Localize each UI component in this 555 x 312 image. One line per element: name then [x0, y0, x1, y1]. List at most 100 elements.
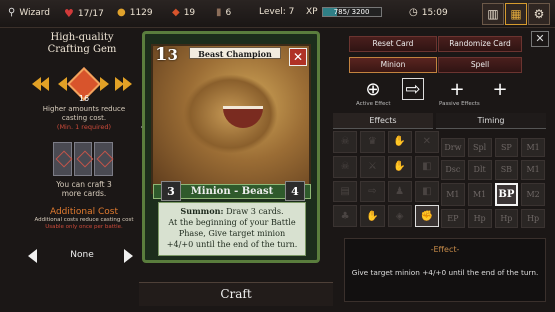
add-passive-icon[interactable]: +	[446, 78, 468, 100]
craft-remaining-line2: more cards.	[61, 189, 107, 198]
additional-cost-section: Additional Cost Additional costs reduce …	[28, 207, 140, 231]
timing-slot[interactable]: Dsc	[441, 160, 465, 180]
effect-slot-selected[interactable]: ✊	[414, 205, 439, 227]
cost-next-icon[interactable]	[124, 249, 133, 263]
xp-text: 785/ 3200	[333, 8, 370, 16]
effect-slot[interactable]: ☠	[333, 131, 358, 153]
effect-slot[interactable]: ☠	[333, 155, 358, 178]
additional-cost-title: Additional Cost	[49, 207, 119, 217]
card-text-line1: Draw 3 cards.	[223, 206, 284, 216]
summon-effect-icon[interactable]: ⇨	[402, 78, 424, 100]
close-icon[interactable]: ✕	[531, 31, 549, 47]
stopwatch-icon: ◷	[409, 7, 418, 18]
active-effect-icon[interactable]: ⊕	[362, 78, 384, 100]
effect-slot[interactable]: ♣	[333, 205, 358, 227]
top-bar: ⚲ Wizard ♥ 17/17 ● 1129 ◆ 19 ▮ 6 Level: …	[0, 0, 555, 28]
card-cost-secondary: 3	[167, 46, 178, 64]
effect-slot[interactable]: ✋	[387, 131, 412, 153]
timing-slot[interactable]: Hp	[467, 208, 492, 228]
effect-slot[interactable]: ◧	[414, 155, 439, 178]
tab-effects[interactable]: Effects	[333, 113, 433, 129]
timing-slot[interactable]: M1	[521, 160, 545, 180]
timing-slot-selected[interactable]: BP	[494, 182, 519, 206]
effect-text: Give target minion +4/+0 until the end o…	[351, 268, 539, 277]
wand-icon: ⚲	[8, 7, 16, 18]
deck-book-icon[interactable]: ▥	[482, 3, 504, 25]
effect-slot[interactable]: ✋	[360, 205, 385, 227]
card-preview: 13 Beast Champion ✕ Minion - Beast 3 4 S…	[142, 31, 320, 263]
card-text-line3: Phase, Give target minion	[178, 228, 286, 238]
timing-slot[interactable]: Hp	[521, 208, 545, 228]
timing-slot[interactable]: Dlt	[467, 160, 492, 180]
gold-display: ● 1129	[117, 7, 153, 18]
timing-slot[interactable]: M1	[521, 138, 545, 158]
effects-grid: ☠ ♛ ✋ ✕ ☠ ⚔ ✋ ◧ ▤ ⇨ ♟ ◧ ♣ ✋ ◈ ✊	[333, 131, 439, 227]
card-health: 4	[285, 181, 305, 201]
gear-icon[interactable]: ⚙	[528, 3, 550, 25]
effect-slot[interactable]: ♟	[387, 180, 412, 203]
gem-title: High-quality Crafting Gem	[28, 32, 136, 56]
tab-timing[interactable]: Timing	[436, 113, 546, 129]
gem-increase-icon[interactable]	[100, 77, 109, 91]
effect-slot[interactable]: ✕	[414, 131, 439, 153]
fire-icon: ◆	[172, 7, 180, 18]
card-name: Beast Champion	[189, 47, 281, 59]
gold-value: 1129	[129, 7, 153, 18]
randomize-card-button[interactable]: Randomize Card	[438, 36, 522, 52]
card-text-line2: At the beginning of your Battle	[168, 217, 296, 227]
additional-cost-desc: Additional costs reduce casting cost	[34, 217, 134, 223]
effect-heading: -Effect-	[430, 245, 460, 254]
fire-value: 19	[183, 7, 196, 18]
timing-slot[interactable]: EP	[441, 208, 465, 228]
bag-stat: ▮ 6	[216, 7, 231, 18]
effect-slot[interactable]: ⚔	[360, 155, 385, 178]
bag-icon: ▮	[216, 7, 222, 18]
bag-value: 6	[225, 7, 232, 18]
add-passive-icon-2[interactable]: +	[489, 78, 511, 100]
level-text: Level: 7	[259, 7, 294, 17]
timing-slot[interactable]: SB	[494, 160, 519, 180]
cost-prev-icon[interactable]	[28, 249, 37, 263]
effect-slot[interactable]: ⇨	[360, 180, 385, 203]
gem-desc-line1: Higher amounts reduce	[42, 105, 126, 113]
minion-button[interactable]: Minion	[349, 57, 437, 73]
craft-button[interactable]: Craft	[139, 282, 333, 306]
card-back-2	[73, 142, 93, 176]
timing-slot[interactable]: Hp	[494, 208, 519, 228]
passive-effects-label: Passive Effects	[439, 101, 480, 107]
effect-description-box: -Effect- Give target minion +4/+0 until …	[344, 238, 546, 302]
timing-slot[interactable]: Drw	[441, 138, 465, 158]
timer-display: ◷ 15:09	[409, 7, 448, 18]
gem-increase-double-icon-b	[123, 77, 132, 91]
xp-bar: 785/ 3200	[321, 7, 382, 17]
gem-decrease-icon[interactable]	[58, 77, 67, 91]
gem-title-line1: High-quality	[50, 32, 114, 43]
coin-icon: ●	[117, 7, 126, 18]
player-info: ⚲ Wizard	[8, 7, 50, 18]
crafting-icon[interactable]: ▦	[505, 3, 527, 25]
timing-slot[interactable]: M1	[441, 182, 465, 206]
timing-slot[interactable]: M1	[467, 182, 492, 206]
effect-slot[interactable]: ♛	[360, 131, 385, 153]
card-cost-primary: 1	[155, 44, 168, 65]
close-icon[interactable]: ✕	[289, 48, 307, 66]
timing-slot[interactable]: SP	[494, 138, 519, 158]
spell-button[interactable]: Spell	[438, 57, 522, 73]
reset-card-button[interactable]: Reset Card	[349, 36, 437, 52]
effect-slot[interactable]: ✋	[387, 155, 412, 178]
timing-grid: Drw Spl SP M1 Dsc Dlt SB M1 M1 M1 BP M2 …	[441, 138, 545, 228]
effect-slot[interactable]: ◧	[414, 180, 439, 203]
effect-slot[interactable]: ◈	[387, 205, 412, 227]
gem-description: Higher amounts reduce casting cost. (Min…	[28, 105, 140, 131]
timing-slot[interactable]: Spl	[467, 138, 492, 158]
time-value: 15:09	[421, 7, 448, 18]
card-text: Summon: Draw 3 cards. At the beginning o…	[158, 202, 306, 256]
player-name: Wizard	[19, 7, 51, 18]
gem-count: 16	[78, 94, 90, 103]
timing-slot[interactable]: M2	[521, 182, 545, 206]
summon-label: Summon:	[180, 206, 224, 216]
effect-slot[interactable]: ▤	[333, 180, 358, 203]
fire-stat: ◆ 19	[172, 7, 195, 18]
craft-remaining: You can craft 3 more cards.	[44, 180, 124, 198]
additional-cost-value[interactable]: None	[58, 250, 106, 260]
